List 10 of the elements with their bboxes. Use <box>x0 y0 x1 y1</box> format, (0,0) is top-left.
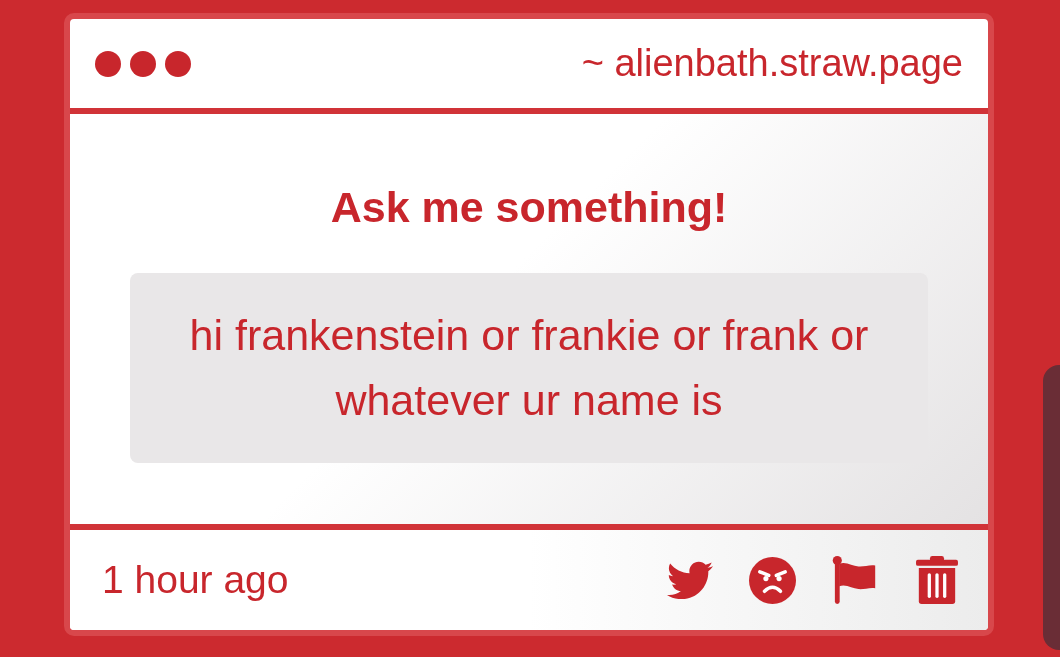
page-url: ~ alienbath.straw.page <box>581 40 963 86</box>
bird-icon[interactable] <box>667 561 713 599</box>
window-dot-icon <box>165 50 191 77</box>
prompt-title: Ask me something! <box>329 186 729 229</box>
window-dot-icon <box>130 50 156 77</box>
angry-face-icon[interactable] <box>749 556 796 604</box>
trash-icon[interactable] <box>916 556 958 604</box>
timestamp: 1 hour ago <box>102 556 289 603</box>
question-text: hi frankenstein or frankie or frank or whatever ur name is <box>130 273 928 463</box>
window-dot-icon <box>95 50 121 77</box>
